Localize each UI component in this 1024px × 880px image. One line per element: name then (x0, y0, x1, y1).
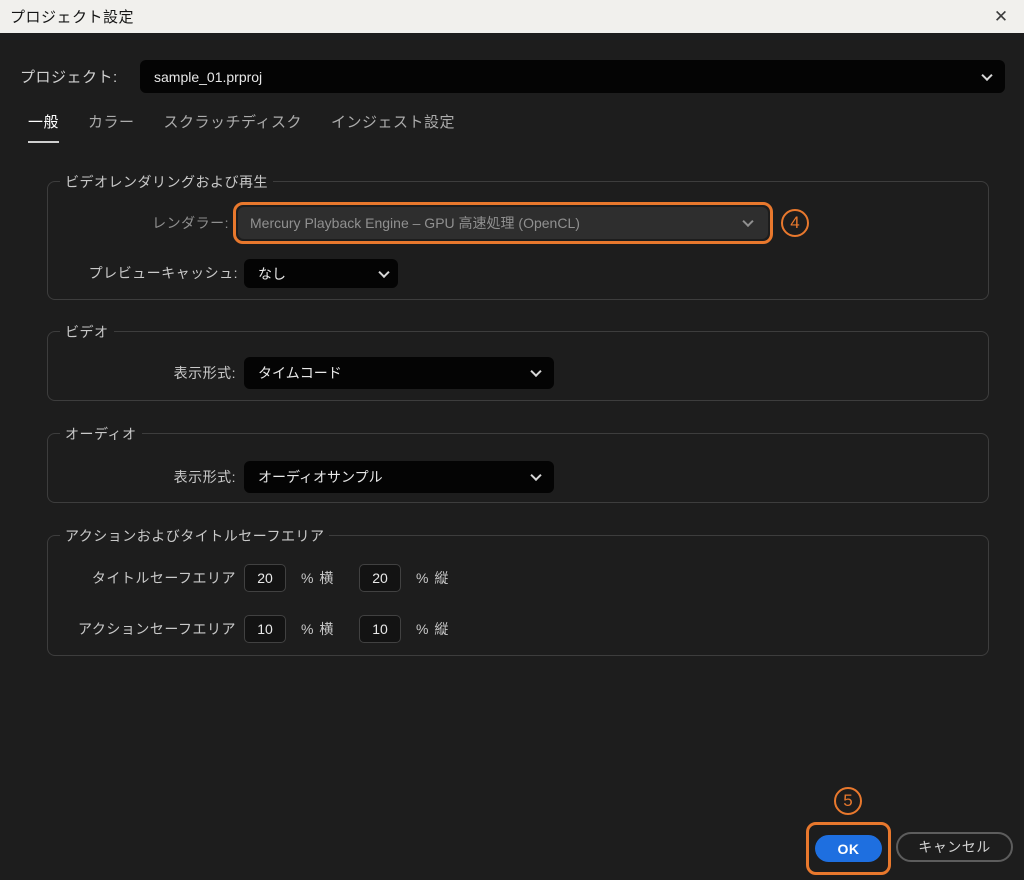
chevron-down-icon (530, 366, 541, 377)
project-settings-dialog: プロジェクト設定 ✕ プロジェクト: sample_01.prproj 一般 カ… (0, 0, 1024, 880)
annotation-step-4: 4 (781, 209, 809, 237)
preview-cache-label: プレビューキャッシュ: (48, 259, 238, 288)
title-safe-horizontal-input[interactable] (244, 564, 286, 592)
audio-display-format-dropdown[interactable]: オーディオサンプル (244, 461, 554, 493)
action-safe-vertical-input[interactable] (359, 615, 401, 643)
preview-cache-dropdown[interactable]: なし (244, 259, 398, 288)
group-safe-areas: アクションおよびタイトルセーフエリア タイトルセーフエリア % 横 % 縦 アク… (47, 535, 989, 656)
project-dropdown[interactable]: sample_01.prproj (140, 60, 1005, 93)
chevron-down-icon (981, 69, 992, 80)
title-safe-vertical-input[interactable] (359, 564, 401, 592)
preview-cache-dropdown-value: なし (258, 264, 286, 284)
dialog-title: プロジェクト設定 (10, 6, 134, 27)
video-display-format-dropdown[interactable]: タイムコード (244, 357, 554, 389)
project-label: プロジェクト: (20, 66, 132, 87)
audio-display-format-label: 表示形式: (48, 461, 236, 493)
video-display-format-label: 表示形式: (48, 357, 236, 389)
action-safe-area-label: アクションセーフエリア (48, 615, 236, 643)
group-video-rendering: ビデオレンダリングおよび再生 レンダラー: Mercury Playback E… (47, 181, 989, 300)
tab-bar: 一般 カラー スクラッチディスク インジェスト設定 (28, 111, 455, 143)
cancel-button[interactable]: キャンセル (896, 832, 1013, 862)
action-safe-horizontal-input[interactable] (244, 615, 286, 643)
ok-button[interactable]: OK (815, 835, 882, 862)
chevron-down-icon (378, 266, 389, 277)
group-audio-legend: オーディオ (60, 424, 142, 444)
tab-ingest-settings[interactable]: インジェスト設定 (331, 111, 455, 143)
percent-horizontal-label: % 横 (301, 564, 334, 592)
annotation-box-ok: OK (806, 822, 891, 875)
percent-vertical-label: % 縦 (416, 564, 449, 592)
chevron-down-icon (530, 470, 541, 481)
project-row: プロジェクト: sample_01.prproj (20, 60, 1005, 93)
tab-color[interactable]: カラー (88, 111, 135, 143)
title-safe-area-label: タイトルセーフエリア (48, 564, 236, 592)
annotation-box-renderer: Mercury Playback Engine – GPU 高速処理 (Open… (233, 202, 773, 244)
annotation-step-5: 5 (834, 787, 862, 815)
project-dropdown-value: sample_01.prproj (154, 69, 262, 85)
chevron-down-icon (742, 216, 753, 227)
renderer-dropdown: Mercury Playback Engine – GPU 高速処理 (Open… (238, 207, 768, 239)
titlebar: プロジェクト設定 ✕ (0, 0, 1024, 33)
group-video-legend: ビデオ (60, 322, 114, 342)
group-audio: オーディオ 表示形式: オーディオサンプル (47, 433, 989, 503)
audio-display-format-value: オーディオサンプル (258, 467, 383, 487)
tab-general[interactable]: 一般 (28, 111, 59, 143)
close-icon[interactable]: ✕ (984, 0, 1018, 33)
group-video: ビデオ 表示形式: タイムコード (47, 331, 989, 401)
percent-horizontal-label: % 横 (301, 615, 334, 643)
percent-vertical-label: % 縦 (416, 615, 449, 643)
renderer-label: レンダラー: (48, 202, 229, 244)
group-video-rendering-legend: ビデオレンダリングおよび再生 (60, 172, 273, 192)
renderer-dropdown-value: Mercury Playback Engine – GPU 高速処理 (Open… (250, 213, 580, 233)
tab-scratch-disks[interactable]: スクラッチディスク (164, 111, 302, 143)
video-display-format-value: タイムコード (258, 363, 342, 383)
group-safe-areas-legend: アクションおよびタイトルセーフエリア (60, 526, 329, 546)
